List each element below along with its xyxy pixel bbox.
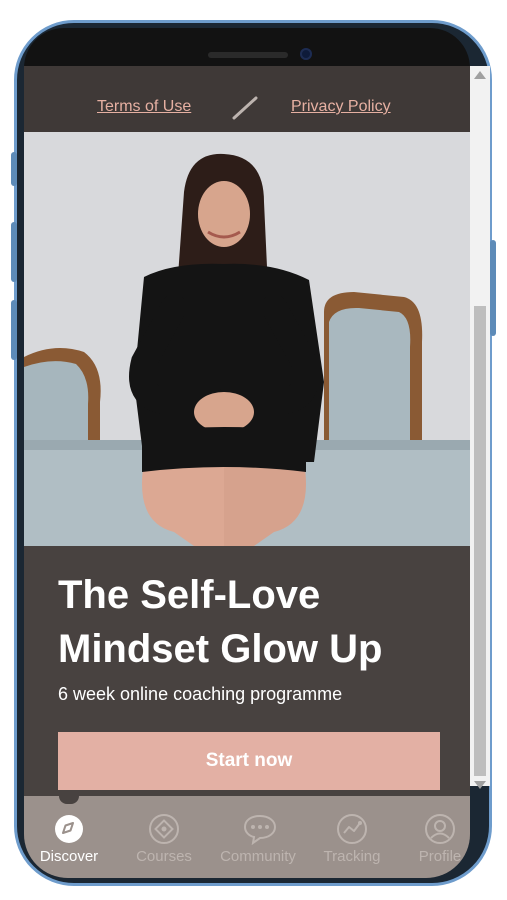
scroll-up-arrow-icon[interactable] <box>470 68 490 82</box>
hero-illustration <box>24 132 470 546</box>
tab-community-label: Community <box>220 848 296 865</box>
divider-slash-icon <box>232 96 258 120</box>
terms-of-use-link[interactable]: Terms of Use <box>97 98 191 116</box>
tab-courses[interactable]: Courses <box>119 796 209 878</box>
tab-profile-label: Profile <box>418 848 462 865</box>
phone-volume-down <box>11 300 17 360</box>
promo-section: The Self-Love Mindset Glow Up 6 week onl… <box>24 546 470 796</box>
hero-image <box>24 132 470 546</box>
promo-title-line-2: Mindset Glow Up <box>58 627 383 671</box>
tab-discover[interactable]: Discover <box>24 796 114 878</box>
phone-speaker <box>208 52 288 58</box>
scrollbar-thumb[interactable] <box>474 306 486 776</box>
bottom-tab-bar: Discover Courses Community Tracking Prof… <box>24 796 470 878</box>
phone-volume-up <box>11 222 17 282</box>
vertical-scrollbar[interactable] <box>470 66 490 789</box>
profile-icon <box>425 814 455 844</box>
phone-top-bezel <box>24 28 470 68</box>
chat-bubble-icon <box>243 814 277 845</box>
tab-community[interactable]: Community <box>213 796 303 878</box>
courses-icon <box>149 814 179 844</box>
scroll-down-arrow-icon[interactable] <box>470 778 490 792</box>
start-now-button[interactable]: Start now <box>58 732 440 790</box>
tracking-icon <box>337 814 367 844</box>
app-screen: Terms of Use Privacy Policy The Self-Lov… <box>24 66 470 878</box>
compass-icon <box>55 815 83 843</box>
legal-links-bar: Terms of Use Privacy Policy <box>24 66 470 132</box>
promo-title: The Self-Love Mindset Glow Up <box>58 568 458 676</box>
tab-tracking-label: Tracking <box>323 848 381 865</box>
privacy-policy-link[interactable]: Privacy Policy <box>291 98 391 116</box>
phone-camera <box>300 48 312 60</box>
tab-tracking[interactable]: Tracking <box>307 796 397 878</box>
phone-side-button <box>11 152 17 186</box>
promo-title-line-1: The Self-Love <box>58 573 321 617</box>
tab-courses-label: Courses <box>136 848 192 865</box>
phone-power-button <box>490 240 496 336</box>
tab-discover-label: Discover <box>39 848 99 865</box>
promo-subtitle: 6 week online coaching programme <box>58 684 343 704</box>
tab-profile[interactable]: Profile <box>395 796 470 878</box>
